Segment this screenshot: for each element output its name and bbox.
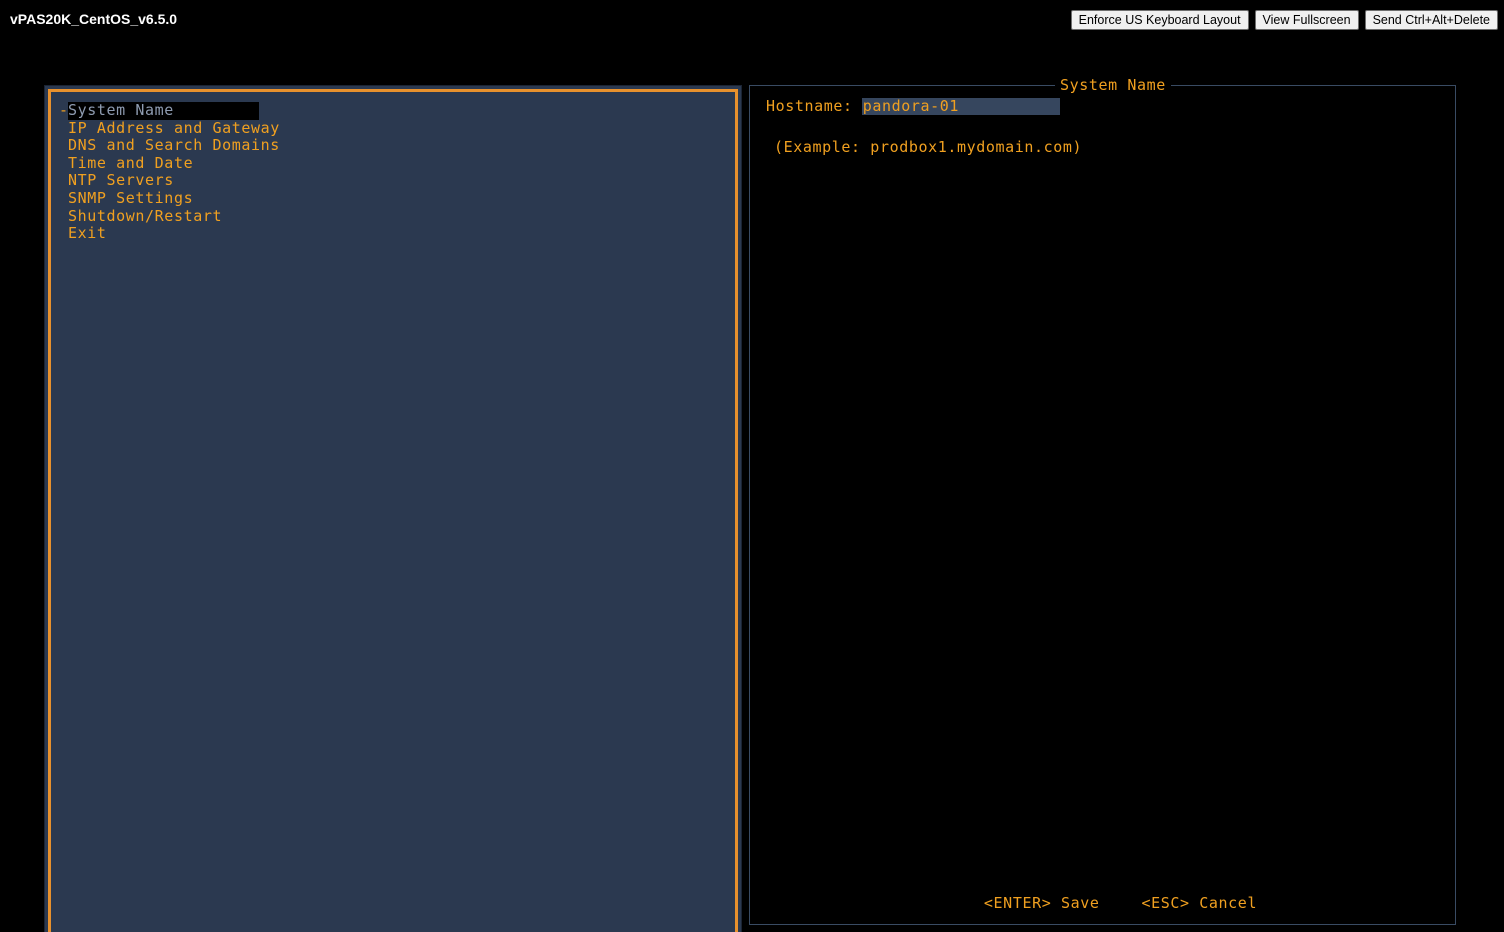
hostname-label: Hostname: [766, 97, 853, 115]
menu-item-label: NTP Servers [68, 171, 174, 190]
menu-item-label: System Name [68, 101, 174, 119]
menu-item-ntp-servers[interactable]: NTP Servers [59, 172, 727, 190]
menu-item-label: Shutdown/Restart [68, 206, 223, 225]
console-toolbar: vPAS20K_CentOS_v6.5.0 Enforce US Keyboar… [0, 0, 1504, 40]
menu-item-system-name[interactable]: -System Name [59, 101, 259, 120]
menu-panel-border: -System Name IP Address and Gateway DNS … [48, 89, 738, 932]
hostname-row: Hostname: [766, 97, 1060, 115]
menu-item-snmp-settings[interactable]: SNMP Settings [59, 188, 727, 208]
console-title: vPAS20K_CentOS_v6.5.0 [10, 11, 178, 27]
menu-item-dns-and-search-domains[interactable]: DNS and Search Domains [59, 136, 727, 155]
terminal-screen: -System Name IP Address and Gateway DNS … [0, 40, 1504, 932]
menu-panel: -System Name IP Address and Gateway DNS … [44, 85, 742, 932]
selection-marker-icon: - [59, 101, 69, 120]
send-ctrl-alt-delete-button[interactable]: Send Ctrl+Alt+Delete [1364, 10, 1498, 30]
menu-item-label: DNS and Search Domains [68, 136, 280, 155]
menu-item-exit[interactable]: Exit [59, 224, 727, 243]
menu-item-label: Exit [68, 224, 107, 243]
menu-item-shutdown-restart[interactable]: Shutdown/Restart [59, 206, 727, 226]
menu-item-label: IP Address and Gateway [68, 118, 280, 137]
detail-action-hints: <ENTER> Save <ESC> Cancel [750, 894, 1455, 912]
menu-list: -System Name IP Address and Gateway DNS … [59, 101, 727, 243]
menu-item-label: SNMP Settings [68, 188, 194, 207]
detail-panel-title: System Name [1055, 76, 1171, 94]
menu-item-label: Time and Date [68, 153, 194, 172]
esc-cancel-hint[interactable]: <ESC> Cancel [1142, 894, 1258, 912]
view-fullscreen-button[interactable]: View Fullscreen [1254, 10, 1359, 30]
menu-item-ip-address-and-gateway[interactable]: IP Address and Gateway [59, 118, 727, 138]
detail-panel: System Name Hostname: (Example: prodbox1… [749, 76, 1456, 925]
enforce-us-keyboard-layout-button[interactable]: Enforce US Keyboard Layout [1070, 10, 1249, 30]
hostname-example-text: (Example: prodbox1.mydomain.com) [774, 138, 1083, 156]
enter-save-hint[interactable]: <ENTER> Save [984, 894, 1100, 912]
hostname-input[interactable] [861, 97, 1060, 115]
menu-item-time-and-date[interactable]: Time and Date [59, 153, 727, 173]
toolbar-button-group: Enforce US Keyboard Layout View Fullscre… [1070, 10, 1498, 30]
